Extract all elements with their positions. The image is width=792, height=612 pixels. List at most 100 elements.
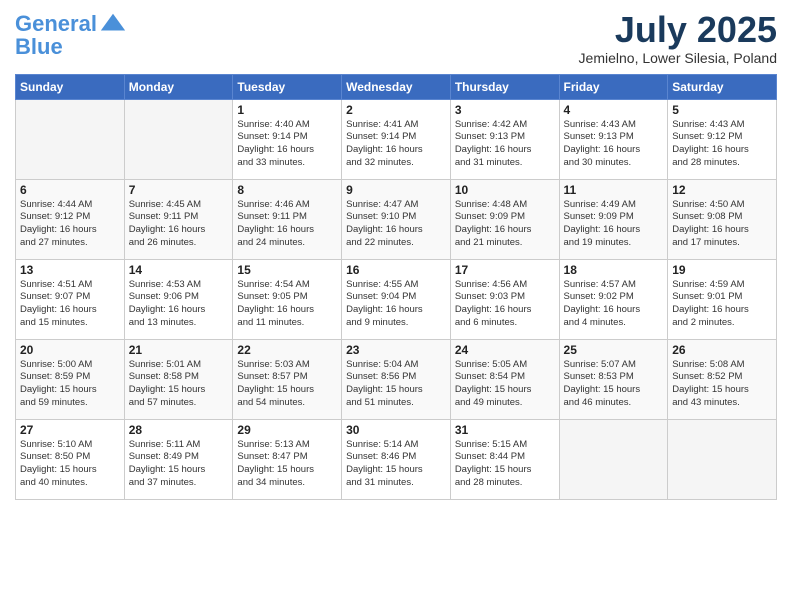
calendar-cell: 16 Sunrise: 4:55 AM Sunset: 9:04 PM Dayli…: [342, 259, 451, 339]
calendar-cell: 31 Sunrise: 5:15 AM Sunset: 8:44 PM Dayli…: [450, 419, 559, 499]
day-number: 26: [672, 343, 772, 357]
day-info: Sunrise: 4:44 AM Sunset: 9:12 PM Dayligh…: [20, 199, 120, 250]
day-number: 20: [20, 343, 120, 357]
weekday-header-saturday: Saturday: [668, 74, 777, 99]
day-info: Sunrise: 4:51 AM Sunset: 9:07 PM Dayligh…: [20, 279, 120, 330]
day-info: Sunrise: 4:45 AM Sunset: 9:11 PM Dayligh…: [129, 199, 229, 250]
day-info: Sunrise: 4:46 AM Sunset: 9:11 PM Dayligh…: [237, 199, 337, 250]
calendar-week-4: 20 Sunrise: 5:00 AM Sunset: 8:59 PM Dayli…: [16, 339, 777, 419]
calendar-cell: 20 Sunrise: 5:00 AM Sunset: 8:59 PM Dayli…: [16, 339, 125, 419]
calendar-cell: [16, 99, 125, 179]
weekday-header-monday: Monday: [124, 74, 233, 99]
day-number: 3: [455, 103, 555, 117]
day-info: Sunrise: 4:57 AM Sunset: 9:02 PM Dayligh…: [564, 279, 664, 330]
day-number: 21: [129, 343, 229, 357]
weekday-header-wednesday: Wednesday: [342, 74, 451, 99]
calendar-cell: 1Sunrise: 4:40 AM Sunset: 9:14 PM Daylig…: [233, 99, 342, 179]
day-info: Sunrise: 5:08 AM Sunset: 8:52 PM Dayligh…: [672, 359, 772, 410]
calendar-cell: 30Sunrise: 5:14 AM Sunset: 8:46 PM Dayli…: [342, 419, 451, 499]
calendar-cell: 17Sunrise: 4:56 AM Sunset: 9:03 PM Dayli…: [450, 259, 559, 339]
day-info: Sunrise: 5:11 AM Sunset: 8:49 PM Dayligh…: [129, 439, 229, 490]
day-info: Sunrise: 4:56 AM Sunset: 9:03 PM Dayligh…: [455, 279, 555, 330]
calendar-cell: 19 Sunrise: 4:59 AM Sunset: 9:01 PM Dayli…: [668, 259, 777, 339]
calendar-week-1: 1Sunrise: 4:40 AM Sunset: 9:14 PM Daylig…: [16, 99, 777, 179]
calendar-cell: 7Sunrise: 4:45 AM Sunset: 9:11 PM Daylig…: [124, 179, 233, 259]
day-info: Sunrise: 4:55 AM Sunset: 9:04 PM Dayligh…: [346, 279, 446, 330]
day-number: 12: [672, 183, 772, 197]
calendar-cell: 3 Sunrise: 4:42 AM Sunset: 9:13 PM Daylig…: [450, 99, 559, 179]
calendar-table: SundayMondayTuesdayWednesdayThursdayFrid…: [15, 74, 777, 500]
location: Jemielno, Lower Silesia, Poland: [579, 50, 777, 66]
day-number: 18: [564, 263, 664, 277]
day-number: 1: [237, 103, 337, 117]
calendar-cell: 25Sunrise: 5:07 AM Sunset: 8:53 PM Dayli…: [559, 339, 668, 419]
calendar-cell: 9 Sunrise: 4:47 AM Sunset: 9:10 PM Daylig…: [342, 179, 451, 259]
calendar-cell: 2 Sunrise: 4:41 AM Sunset: 9:14 PM Daylig…: [342, 99, 451, 179]
calendar-cell: 11 Sunrise: 4:49 AM Sunset: 9:09 PM Dayli…: [559, 179, 668, 259]
day-number: 6: [20, 183, 120, 197]
day-info: Sunrise: 4:49 AM Sunset: 9:09 PM Dayligh…: [564, 199, 664, 250]
weekday-header-friday: Friday: [559, 74, 668, 99]
day-info: Sunrise: 4:43 AM Sunset: 9:12 PM Dayligh…: [672, 119, 772, 170]
calendar-week-5: 27Sunrise: 5:10 AM Sunset: 8:50 PM Dayli…: [16, 419, 777, 499]
day-number: 2: [346, 103, 446, 117]
logo-text: General: [15, 12, 97, 36]
day-info: Sunrise: 4:59 AM Sunset: 9:01 PM Dayligh…: [672, 279, 772, 330]
calendar-cell: 27Sunrise: 5:10 AM Sunset: 8:50 PM Dayli…: [16, 419, 125, 499]
day-number: 15: [237, 263, 337, 277]
day-number: 4: [564, 103, 664, 117]
day-number: 29: [237, 423, 337, 437]
calendar-cell: 28 Sunrise: 5:11 AM Sunset: 8:49 PM Dayli…: [124, 419, 233, 499]
day-number: 13: [20, 263, 120, 277]
calendar-cell: 22 Sunrise: 5:03 AM Sunset: 8:57 PM Dayli…: [233, 339, 342, 419]
calendar-cell: 18 Sunrise: 4:57 AM Sunset: 9:02 PM Dayli…: [559, 259, 668, 339]
calendar-cell: [124, 99, 233, 179]
calendar-cell: 21 Sunrise: 5:01 AM Sunset: 8:58 PM Dayli…: [124, 339, 233, 419]
day-info: Sunrise: 4:47 AM Sunset: 9:10 PM Dayligh…: [346, 199, 446, 250]
day-info: Sunrise: 5:15 AM Sunset: 8:44 PM Dayligh…: [455, 439, 555, 490]
day-number: 14: [129, 263, 229, 277]
day-number: 16: [346, 263, 446, 277]
day-info: Sunrise: 4:48 AM Sunset: 9:09 PM Dayligh…: [455, 199, 555, 250]
calendar-cell: 8Sunrise: 4:46 AM Sunset: 9:11 PM Daylig…: [233, 179, 342, 259]
day-number: 9: [346, 183, 446, 197]
day-info: Sunrise: 5:01 AM Sunset: 8:58 PM Dayligh…: [129, 359, 229, 410]
calendar-cell: 15 Sunrise: 4:54 AM Sunset: 9:05 PM Dayli…: [233, 259, 342, 339]
weekday-header-sunday: Sunday: [16, 74, 125, 99]
day-info: Sunrise: 5:07 AM Sunset: 8:53 PM Dayligh…: [564, 359, 664, 410]
calendar-cell: [559, 419, 668, 499]
day-number: 22: [237, 343, 337, 357]
page-container: General Blue July 2025 Jemielno, Lower S…: [0, 0, 792, 510]
day-number: 11: [564, 183, 664, 197]
day-number: 23: [346, 343, 446, 357]
calendar-cell: 23 Sunrise: 5:04 AM Sunset: 8:56 PM Dayli…: [342, 339, 451, 419]
day-info: Sunrise: 4:42 AM Sunset: 9:13 PM Dayligh…: [455, 119, 555, 170]
calendar-cell: 5 Sunrise: 4:43 AM Sunset: 9:12 PM Daylig…: [668, 99, 777, 179]
calendar-cell: 10Sunrise: 4:48 AM Sunset: 9:09 PM Dayli…: [450, 179, 559, 259]
logo-icon: [99, 10, 127, 38]
calendar-cell: 26 Sunrise: 5:08 AM Sunset: 8:52 PM Dayli…: [668, 339, 777, 419]
day-info: Sunrise: 5:04 AM Sunset: 8:56 PM Dayligh…: [346, 359, 446, 410]
day-number: 19: [672, 263, 772, 277]
day-info: Sunrise: 5:00 AM Sunset: 8:59 PM Dayligh…: [20, 359, 120, 410]
day-number: 5: [672, 103, 772, 117]
header: General Blue July 2025 Jemielno, Lower S…: [15, 10, 777, 66]
day-info: Sunrise: 4:54 AM Sunset: 9:05 PM Dayligh…: [237, 279, 337, 330]
day-info: Sunrise: 5:13 AM Sunset: 8:47 PM Dayligh…: [237, 439, 337, 490]
day-number: 28: [129, 423, 229, 437]
calendar-cell: 13 Sunrise: 4:51 AM Sunset: 9:07 PM Dayli…: [16, 259, 125, 339]
calendar-cell: 4 Sunrise: 4:43 AM Sunset: 9:13 PM Daylig…: [559, 99, 668, 179]
calendar-cell: [668, 419, 777, 499]
day-info: Sunrise: 5:10 AM Sunset: 8:50 PM Dayligh…: [20, 439, 120, 490]
day-number: 30: [346, 423, 446, 437]
weekday-header-thursday: Thursday: [450, 74, 559, 99]
day-number: 31: [455, 423, 555, 437]
day-info: Sunrise: 4:53 AM Sunset: 9:06 PM Dayligh…: [129, 279, 229, 330]
day-number: 24: [455, 343, 555, 357]
weekday-header-tuesday: Tuesday: [233, 74, 342, 99]
title-block: July 2025 Jemielno, Lower Silesia, Polan…: [579, 10, 777, 66]
calendar-cell: 29 Sunrise: 5:13 AM Sunset: 8:47 PM Dayli…: [233, 419, 342, 499]
day-info: Sunrise: 4:43 AM Sunset: 9:13 PM Dayligh…: [564, 119, 664, 170]
day-info: Sunrise: 5:03 AM Sunset: 8:57 PM Dayligh…: [237, 359, 337, 410]
day-info: Sunrise: 4:41 AM Sunset: 9:14 PM Dayligh…: [346, 119, 446, 170]
